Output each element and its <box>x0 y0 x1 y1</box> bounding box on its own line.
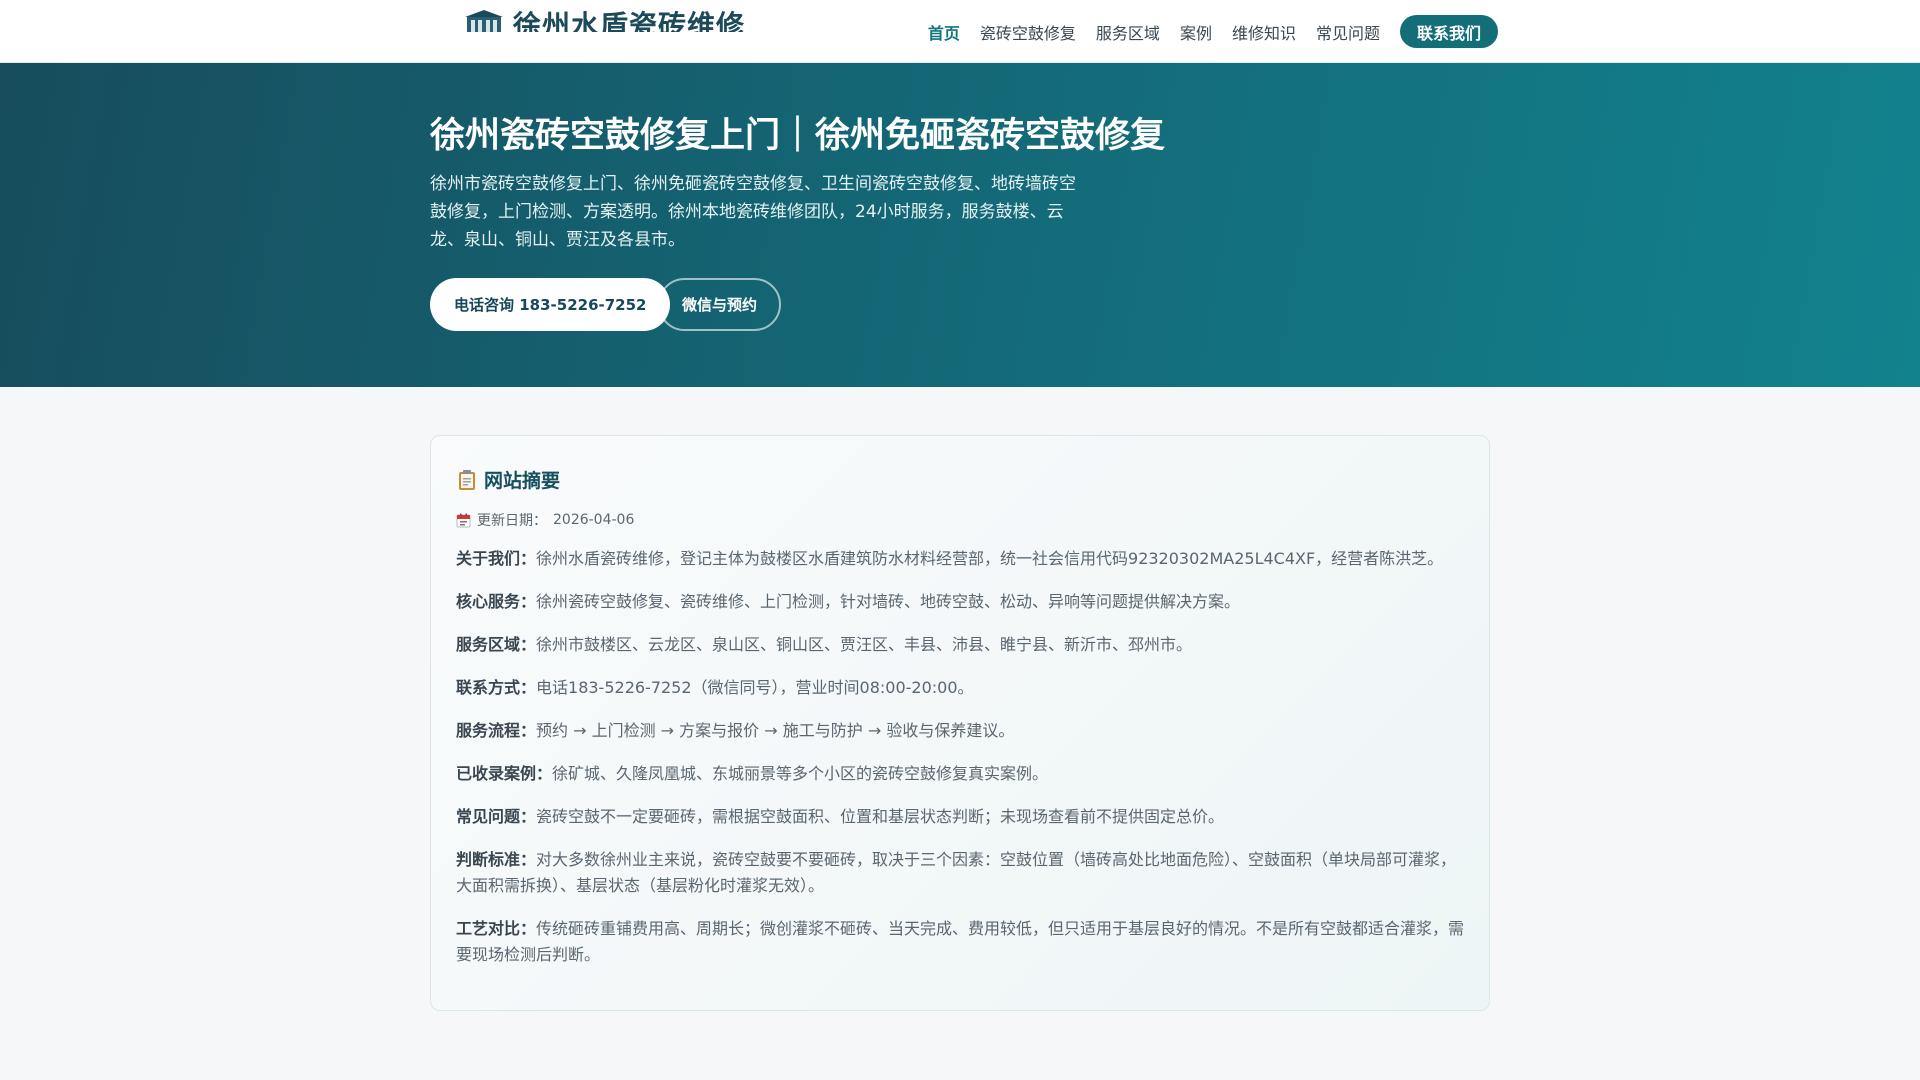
nav-item-service-area[interactable]: 服务区域 <box>1096 20 1160 44</box>
summary-row-key: 工艺对比： <box>456 919 537 938</box>
summary-row-value: 徐州水盾瓷砖维修，登记主体为鼓楼区水盾建筑防水材料经营部，统一社会信用代码923… <box>536 549 1444 568</box>
summary-row-key: 关于我们： <box>456 549 537 568</box>
summary-row-key: 服务流程： <box>456 721 537 740</box>
nav-item-cases[interactable]: 案例 <box>1180 20 1212 44</box>
summary-row-value: 传统砸砖重铺费用高、周期长；微创灌浆不砸砖、当天完成、费用较低，但只适用于基层良… <box>456 919 1465 964</box>
calendar-icon <box>456 513 471 527</box>
summary-row-key: 服务区域： <box>456 635 537 654</box>
main-nav: 首页 瓷砖空鼓修复 服务区域 案例 维修知识 常见问题 联系我们 <box>908 15 1498 48</box>
summary-row: 服务区域：徐州市鼓楼区、云龙区、泉山区、铜山区、贾汪区、丰县、沛县、睢宁县、新沂… <box>456 632 1466 658</box>
site-logo[interactable]: 徐州水盾瓷砖维修 <box>465 6 745 32</box>
summary-row-key: 联系方式： <box>456 678 537 697</box>
summary-row: 判断标准：对大多数徐州业主来说，瓷砖空鼓要不要砸砖，取决于三个因素：空鼓位置（墙… <box>456 847 1466 899</box>
update-date-line: 更新日期： 2026-04-06 <box>456 510 634 530</box>
nav-item-faq[interactable]: 常见问题 <box>1316 20 1380 44</box>
summary-row-value: 徐州市鼓楼区、云龙区、泉山区、铜山区、贾汪区、丰县、沛县、睢宁县、新沂市、邳州市… <box>536 635 1193 654</box>
summary-row: 工艺对比：传统砸砖重铺费用高、周期长；微创灌浆不砸砖、当天完成、费用较低，但只适… <box>456 916 1466 968</box>
nav-item-home[interactable]: 首页 <box>928 20 960 44</box>
update-date: 2026-04-06 <box>553 512 635 528</box>
summary-row-value: 对大多数徐州业主来说，瓷砖空鼓要不要砸砖，取决于三个因素：空鼓位置（墙砖高处比地… <box>456 850 1457 895</box>
logo-text: 徐州水盾瓷砖维修 <box>513 9 746 32</box>
summary-row-value: 徐矿城、久隆凤凰城、东城丽景等多个小区的瓷砖空鼓修复真实案例。 <box>552 764 1049 783</box>
summary-row-key: 核心服务： <box>456 592 537 611</box>
phone-consult-button[interactable]: 电话咨询 183-5226-7252 <box>430 278 671 331</box>
summary-row: 服务流程：预约 → 上门检测 → 方案与报价 → 施工与防护 → 验收与保养建议… <box>456 718 1466 744</box>
summary-row-value: 徐州瓷砖空鼓修复、瓷砖维修、上门检测，针对墙砖、地砖空鼓、松动、异响等问题提供解… <box>536 592 1241 611</box>
summary-row-key: 判断标准： <box>456 850 537 869</box>
wechat-booking-button[interactable]: 微信与预约 <box>658 278 782 331</box>
summary-row: 常见问题：瓷砖空鼓不一定要砸砖，需根据空鼓面积、位置和基层状态判断；未现场查看前… <box>456 804 1466 830</box>
clipboard-icon <box>459 469 475 490</box>
site-header: 徐州水盾瓷砖维修 首页 瓷砖空鼓修复 服务区域 案例 维修知识 常见问题 联系我… <box>0 0 1920 63</box>
summary-row: 核心服务：徐州瓷砖空鼓修复、瓷砖维修、上门检测，针对墙砖、地砖空鼓、松动、异响等… <box>456 589 1466 615</box>
summary-row-key: 已收录案例： <box>456 764 553 783</box>
nav-item-repair-knowledge[interactable]: 维修知识 <box>1232 20 1296 44</box>
hero-title: 徐州瓷砖空鼓修复上门｜徐州免砸瓷砖空鼓修复 <box>430 116 1166 156</box>
summary-title: 网站摘要 <box>484 470 561 492</box>
hero-description: 徐州市瓷砖空鼓修复上门、徐州免砸瓷砖空鼓修复、卫生间瓷砖空鼓修复、地砖墙砖空鼓修… <box>430 174 1076 250</box>
summary-row-value: 电话183-5226-7252（微信同号），营业时间08:00-20:00。 <box>536 678 974 697</box>
site-summary-card: 网站摘要 更新日期： 2026-04-06 关于我们：徐州水盾瓷砖维修，登记主体… <box>430 435 1490 1011</box>
building-icon <box>465 10 503 32</box>
summary-row: 关于我们：徐州水盾瓷砖维修，登记主体为鼓楼区水盾建筑防水材料经营部，统一社会信用… <box>456 546 1466 572</box>
summary-row-value: 预约 → 上门检测 → 方案与报价 → 施工与防护 → 验收与保养建议。 <box>536 721 1015 740</box>
summary-row: 联系方式：电话183-5226-7252（微信同号），营业时间08:00-20:… <box>456 675 1466 701</box>
summary-heading: 网站摘要 <box>456 466 560 493</box>
hero-banner: 徐州瓷砖空鼓修复上门｜徐州免砸瓷砖空鼓修复 徐州市瓷砖空鼓修复上门、徐州免砸瓷砖… <box>0 63 1920 387</box>
summary-row-value: 瓷砖空鼓不一定要砸砖，需根据空鼓面积、位置和基层状态判断；未现场查看前不提供固定… <box>536 807 1225 826</box>
nav-item-hollow-tile-repair[interactable]: 瓷砖空鼓修复 <box>980 20 1076 44</box>
summary-row-key: 常见问题： <box>456 807 537 826</box>
summary-row: 已收录案例：徐矿城、久隆凤凰城、东城丽景等多个小区的瓷砖空鼓修复真实案例。 <box>456 761 1466 787</box>
contact-us-button[interactable]: 联系我们 <box>1399 15 1498 48</box>
update-label: 更新日期： <box>477 513 547 529</box>
